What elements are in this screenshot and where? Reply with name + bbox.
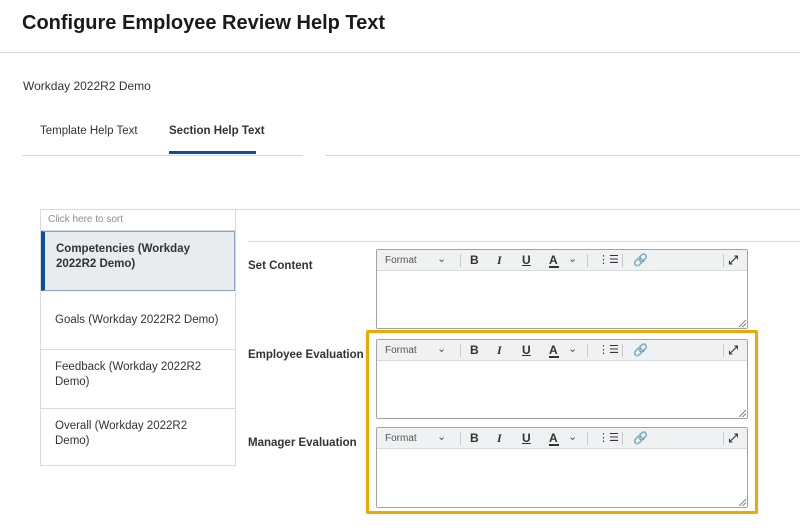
toolbar-separator	[723, 432, 724, 445]
text-color-glyph: A	[549, 343, 558, 357]
toolbar-separator	[460, 254, 461, 267]
toolbar-separator	[723, 254, 724, 267]
resize-handle[interactable]	[739, 320, 746, 327]
bulleted-list-icon[interactable]: ⋮☰	[598, 253, 619, 267]
manager-evaluation-label: Manager Evaluation	[248, 437, 357, 449]
bulleted-list-icon[interactable]: ⋮☰	[598, 431, 619, 445]
editor-toolbar: Format ⌄ B I U A ⌄ ⋮☰ 🔗 ⤢	[377, 250, 747, 271]
link-icon[interactable]: 🔗	[633, 431, 648, 445]
italic-icon[interactable]: I	[497, 253, 502, 267]
toolbar-separator	[460, 432, 461, 445]
toolbar-separator	[587, 432, 588, 445]
link-icon[interactable]: 🔗	[633, 343, 648, 357]
set-content-label: Set Content	[248, 260, 313, 272]
manager-evaluation-input[interactable]	[377, 449, 747, 507]
expand-icon[interactable]: ⤢	[728, 343, 738, 357]
employee-evaluation-editor: Format ⌄ B I U A ⌄ ⋮☰ 🔗 ⤢	[376, 339, 748, 419]
page-title: Configure Employee Review Help Text	[22, 12, 386, 34]
set-content-input[interactable]	[377, 271, 747, 328]
section-item-overall[interactable]: Overall (Workday 2022R2 Demo)	[41, 409, 235, 468]
chevron-down-icon[interactable]: ⌄	[437, 252, 446, 266]
resize-handle[interactable]	[739, 410, 746, 417]
format-dropdown[interactable]: Format	[385, 254, 417, 268]
bold-icon[interactable]: B	[470, 253, 479, 267]
toolbar-separator	[622, 344, 623, 357]
tab-template-help-text[interactable]: Template Help Text	[40, 125, 138, 137]
expand-icon[interactable]: ⤢	[728, 431, 738, 445]
active-tab-indicator	[169, 151, 256, 154]
text-color-icon[interactable]: A	[549, 431, 559, 446]
italic-icon[interactable]: I	[497, 343, 502, 357]
chevron-down-icon[interactable]: ⌄	[437, 430, 446, 444]
section-list: Click here to sort Competencies (Workday…	[40, 209, 236, 466]
tabs-divider-right	[325, 155, 800, 156]
employee-evaluation-label: Employee Evaluation	[248, 349, 364, 361]
toolbar-separator	[460, 344, 461, 357]
italic-icon[interactable]: I	[497, 431, 502, 445]
set-content-editor: Format ⌄ B I U A ⌄ ⋮☰ 🔗 ⤢	[376, 249, 748, 329]
sort-hint[interactable]: Click here to sort	[41, 210, 235, 231]
tabs-divider	[22, 155, 303, 156]
tab-section-help-text[interactable]: Section Help Text	[169, 125, 265, 137]
underline-icon[interactable]: U	[522, 431, 531, 445]
resize-handle[interactable]	[739, 499, 746, 506]
link-icon[interactable]: 🔗	[633, 253, 648, 267]
field-divider	[248, 241, 800, 242]
underline-icon[interactable]: U	[522, 253, 531, 267]
text-color-icon[interactable]: A	[549, 343, 559, 358]
editor-toolbar: Format ⌄ B I U A ⌄ ⋮☰ 🔗 ⤢	[377, 340, 747, 361]
toolbar-separator	[723, 344, 724, 357]
underline-icon[interactable]: U	[522, 343, 531, 357]
chevron-down-icon[interactable]: ⌄	[568, 342, 577, 356]
section-item-competencies[interactable]: Competencies (Workday 2022R2 Demo)	[41, 231, 235, 291]
format-dropdown[interactable]: Format	[385, 344, 417, 358]
section-item-feedback[interactable]: Feedback (Workday 2022R2 Demo)	[41, 350, 235, 409]
format-dropdown[interactable]: Format	[385, 432, 417, 446]
toolbar-separator	[587, 254, 588, 267]
toolbar-separator	[587, 344, 588, 357]
bold-icon[interactable]: B	[470, 431, 479, 445]
chevron-down-icon[interactable]: ⌄	[568, 252, 577, 266]
title-divider	[0, 52, 800, 53]
bold-icon[interactable]: B	[470, 343, 479, 357]
chevron-down-icon[interactable]: ⌄	[437, 342, 446, 356]
text-color-icon[interactable]: A	[549, 253, 559, 268]
bulleted-list-icon[interactable]: ⋮☰	[598, 343, 619, 357]
tenant-name: Workday 2022R2 Demo	[23, 79, 151, 93]
expand-icon[interactable]: ⤢	[728, 253, 738, 267]
panel-top-divider	[236, 209, 800, 210]
chevron-down-icon[interactable]: ⌄	[568, 430, 577, 444]
toolbar-separator	[622, 432, 623, 445]
employee-evaluation-input[interactable]	[377, 361, 747, 418]
editor-toolbar: Format ⌄ B I U A ⌄ ⋮☰ 🔗 ⤢	[377, 428, 747, 449]
text-color-glyph: A	[549, 431, 558, 445]
text-color-glyph: A	[549, 253, 558, 267]
section-item-goals[interactable]: Goals (Workday 2022R2 Demo)	[41, 291, 235, 350]
manager-evaluation-editor: Format ⌄ B I U A ⌄ ⋮☰ 🔗 ⤢	[376, 427, 748, 508]
toolbar-separator	[622, 254, 623, 267]
